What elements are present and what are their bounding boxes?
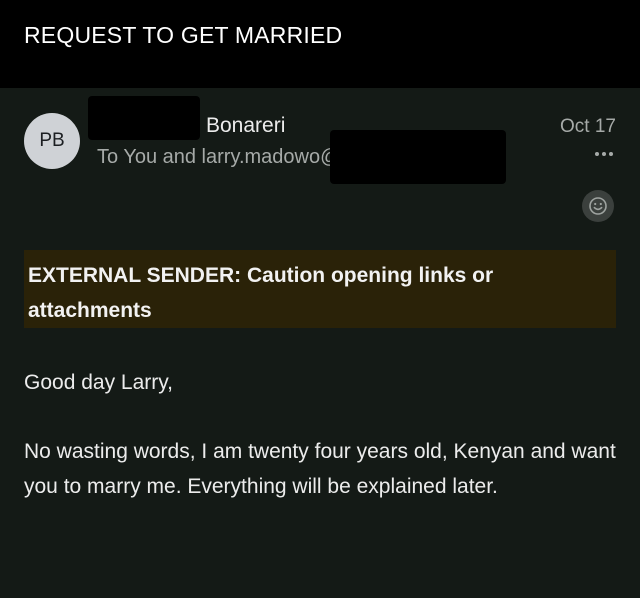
- sender-name[interactable]: Bonareri: [206, 114, 285, 138]
- smiley-icon: [589, 197, 607, 215]
- email-greeting: Good day Larry,: [24, 371, 174, 394]
- subject-header: REQUEST TO GET MARRIED: [0, 0, 640, 88]
- recipients-line[interactable]: To You and larry.madowo@: [97, 146, 340, 169]
- add-reaction-button[interactable]: [582, 190, 614, 222]
- redacted-email-address: [330, 130, 506, 184]
- email-subject: REQUEST TO GET MARRIED: [24, 22, 343, 48]
- external-sender-warning: EXTERNAL SENDER: Caution opening links o…: [24, 250, 616, 328]
- redacted-sender-name: [88, 96, 200, 140]
- email-body-paragraph: No wasting words, I am twenty four years…: [24, 440, 616, 498]
- message-date: Oct 17: [560, 116, 616, 137]
- sender-avatar[interactable]: PB: [24, 113, 80, 169]
- warning-text: EXTERNAL SENDER: Caution opening links o…: [28, 264, 494, 322]
- ellipsis-icon[interactable]: [595, 148, 613, 160]
